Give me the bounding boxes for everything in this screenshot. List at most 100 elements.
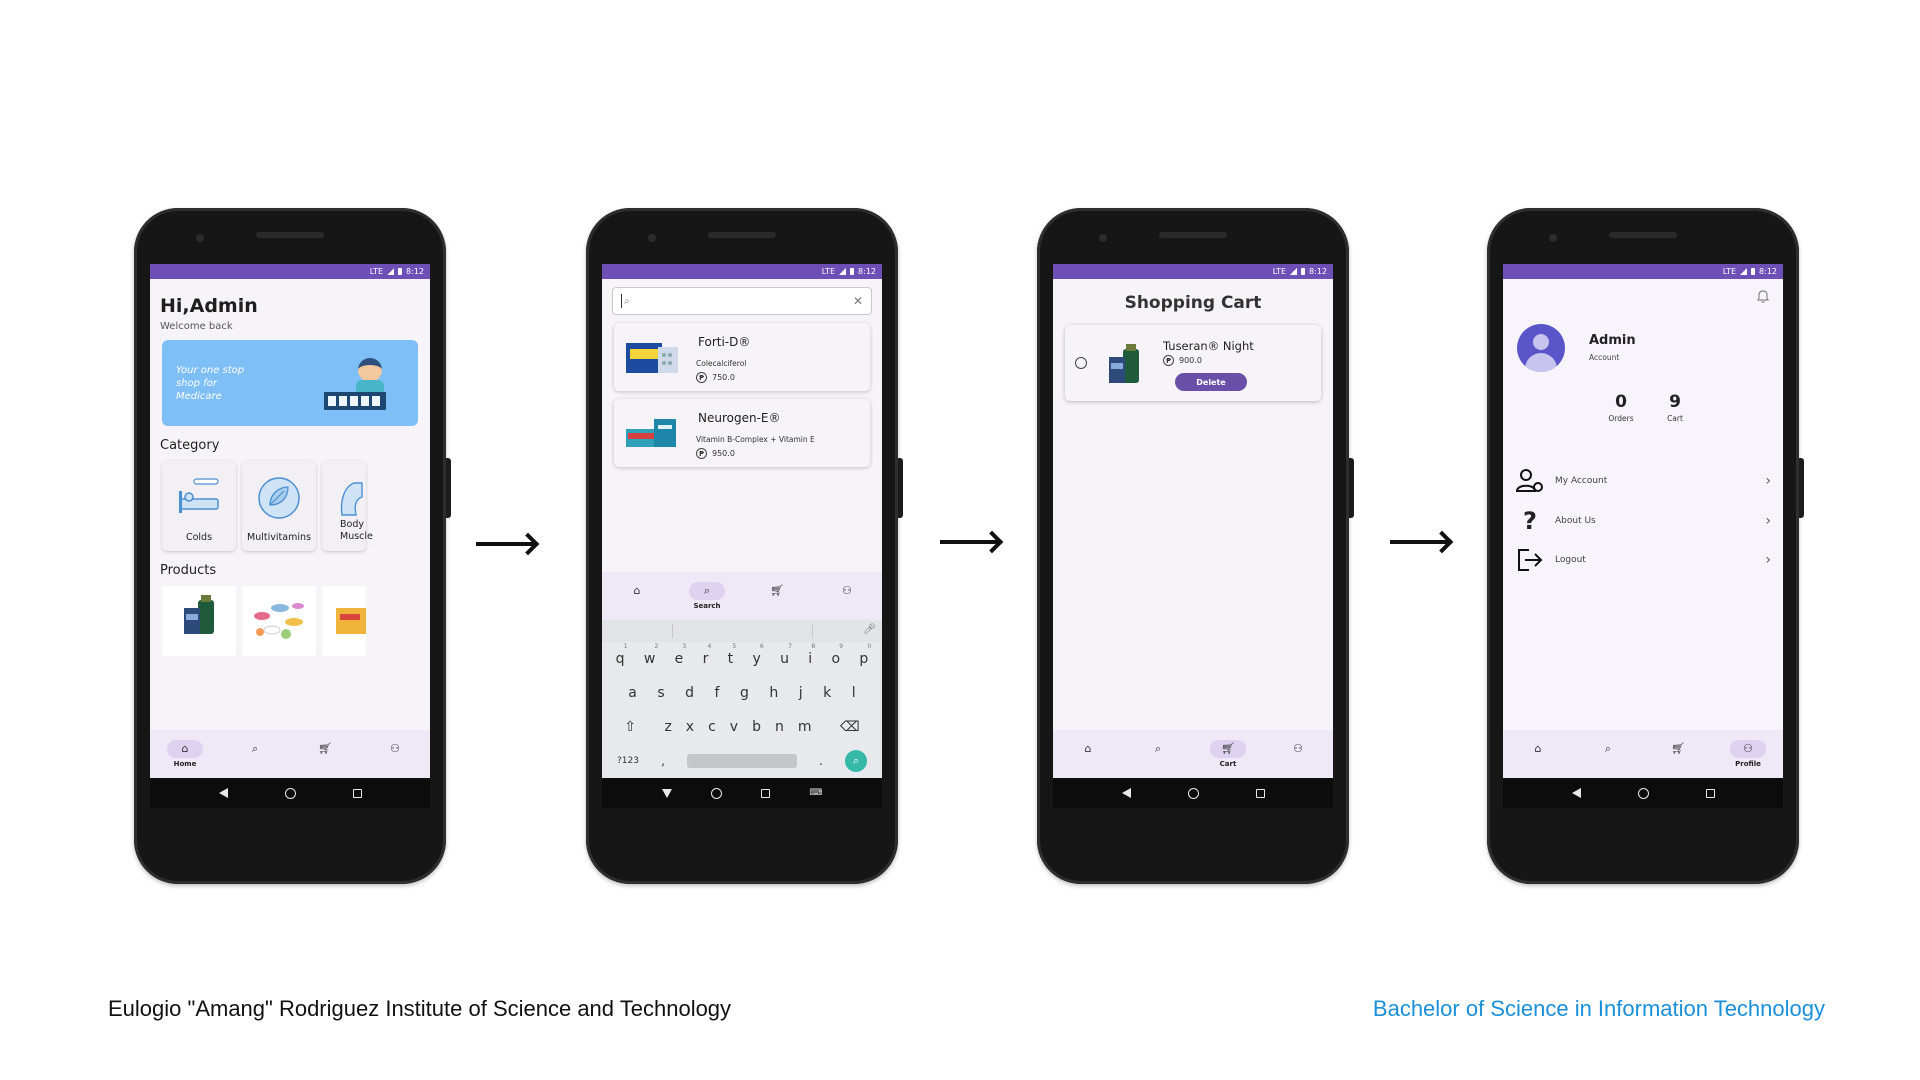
search-result-card[interactable]: Forti-D® Colecalciferol ₱ 750.0: [614, 323, 870, 391]
key-i[interactable]: 8i: [808, 643, 815, 667]
home-icon: ⌂: [1534, 742, 1542, 755]
recents-icon[interactable]: [1255, 788, 1265, 798]
key-r[interactable]: 4r: [702, 643, 712, 667]
select-item-radio[interactable]: [1075, 357, 1087, 369]
hide-keyboard-icon[interactable]: [661, 788, 672, 798]
key-a[interactable]: a: [628, 685, 637, 701]
key-o[interactable]: 9o: [831, 643, 843, 667]
products-heading: Products: [160, 563, 217, 578]
tab-search[interactable]: ⌕: [1133, 740, 1183, 769]
tab-search[interactable]: ⌕: [1583, 740, 1633, 769]
clock: 8:12: [858, 267, 876, 276]
menu-item-logout[interactable]: Logout ›: [1515, 545, 1771, 575]
key-s[interactable]: s: [657, 685, 664, 701]
cart-label: Cart: [1667, 414, 1683, 423]
home-button-icon[interactable]: [284, 787, 296, 799]
backspace-key-icon[interactable]: ⌫: [840, 719, 860, 735]
key-w[interactable]: 2w: [643, 643, 658, 667]
product-card[interactable]: [242, 586, 316, 656]
result-description: Colecalciferol: [696, 359, 747, 368]
key-g[interactable]: g: [740, 685, 749, 701]
keyboard-row-1: 1q 2w 3e 4r 5t 6y 7u 8i 9o 0p: [602, 642, 882, 676]
menu-item-my-account[interactable]: My Account ›: [1515, 466, 1771, 496]
tab-cart[interactable]: 🛒︎: [300, 740, 350, 769]
product-card[interactable]: [162, 586, 236, 656]
key-y[interactable]: 6y: [752, 643, 763, 667]
key-k[interactable]: k: [823, 685, 831, 701]
home-icon: ⌂: [633, 584, 641, 597]
search-result-card[interactable]: Neurogen-E® Vitamin B-Complex + Vitamin …: [614, 399, 870, 467]
tab-search[interactable]: ⌕ Search: [682, 581, 732, 611]
key-b[interactable]: b: [752, 719, 761, 735]
network-label: LTE: [821, 267, 836, 276]
recents-icon[interactable]: [1705, 788, 1715, 798]
key-f[interactable]: f: [715, 685, 720, 701]
keyboard-switch-icon[interactable]: ⌨: [809, 788, 822, 798]
key-label: j: [798, 685, 803, 701]
category-card-multivitamins[interactable]: Multivitamins: [242, 461, 316, 551]
key-d[interactable]: d: [685, 685, 694, 701]
home-button-icon[interactable]: [1187, 787, 1199, 799]
back-icon[interactable]: [1571, 788, 1581, 798]
recents-icon[interactable]: [761, 788, 771, 798]
key-z[interactable]: z: [664, 719, 671, 735]
flow-arrow: [940, 540, 998, 544]
tab-home[interactable]: ⌂: [612, 582, 662, 611]
shift-key-icon[interactable]: ⇧: [624, 719, 636, 735]
key-hint: 7: [788, 643, 792, 650]
key-u[interactable]: 7u: [780, 643, 792, 667]
key-p[interactable]: 0p: [859, 643, 871, 667]
space-key[interactable]: [686, 754, 797, 768]
clear-icon[interactable]: ✕: [853, 294, 863, 308]
product-card[interactable]: [322, 586, 366, 656]
system-nav-bar: ⌨: [602, 778, 882, 808]
key-t[interactable]: 5t: [728, 643, 737, 667]
tab-profile[interactable]: ⚇ Profile: [1723, 739, 1773, 769]
key-label: r: [702, 651, 709, 667]
key-n[interactable]: n: [775, 719, 784, 735]
search-key-icon[interactable]: ⌕: [844, 750, 867, 772]
key-m[interactable]: m: [798, 719, 812, 735]
logout-icon: [1515, 546, 1545, 574]
key-q[interactable]: 1q: [616, 643, 628, 667]
back-icon[interactable]: [1121, 788, 1131, 798]
tab-profile[interactable]: ⚇: [822, 582, 872, 611]
comma-key[interactable]: ,: [661, 754, 665, 768]
promo-banner[interactable]: Your one stop shop for Medicare: [162, 340, 418, 426]
tab-search[interactable]: ⌕: [230, 740, 280, 769]
period-key[interactable]: .: [819, 754, 823, 768]
delete-button[interactable]: Delete: [1175, 373, 1247, 391]
key-e[interactable]: 3e: [675, 643, 687, 667]
back-icon[interactable]: [218, 788, 228, 798]
tab-cart[interactable]: 🛒︎: [1653, 740, 1703, 769]
search-input[interactable]: ⌕ ✕: [612, 287, 872, 315]
tab-profile[interactable]: ⚇: [1273, 740, 1323, 769]
key-j[interactable]: j: [799, 685, 803, 701]
key-c[interactable]: c: [708, 719, 716, 735]
orders-stat: 0 Orders: [1601, 392, 1641, 423]
tab-home[interactable]: ⌂: [1513, 740, 1563, 769]
suggestion-strip: 🎤︎: [602, 620, 882, 642]
tab-cart[interactable]: 🛒︎ Cart: [1203, 739, 1253, 769]
clock: 8:12: [1309, 267, 1327, 276]
home-button-icon[interactable]: [710, 787, 722, 799]
recents-icon[interactable]: [352, 788, 362, 798]
category-card-colds[interactable]: Colds: [162, 461, 236, 551]
menu-item-about-us[interactable]: ? About Us ›: [1515, 506, 1771, 536]
home-button-icon[interactable]: [1637, 787, 1649, 799]
category-card-body-muscle[interactable]: Body Muscle: [322, 461, 373, 551]
notification-bell-icon[interactable]: [1755, 288, 1771, 304]
key-l[interactable]: l: [852, 685, 856, 701]
key-x[interactable]: x: [686, 719, 694, 735]
key-h[interactable]: h: [769, 685, 778, 701]
profile-screen: LTE 8:12 Admin Account 0 Orders 9 Cart M…: [1503, 264, 1783, 808]
symbols-key[interactable]: ?123: [617, 756, 639, 766]
tab-profile[interactable]: ⚇: [370, 740, 420, 769]
key-v[interactable]: v: [730, 719, 738, 735]
tab-home[interactable]: ⌂: [1063, 740, 1113, 769]
mic-icon[interactable]: 🎤︎: [863, 624, 876, 635]
tab-cart[interactable]: 🛒︎: [752, 582, 802, 611]
tab-home[interactable]: ⌂ Home: [160, 739, 210, 769]
key-label: w: [643, 651, 656, 667]
question-icon: ?: [1523, 507, 1537, 535]
